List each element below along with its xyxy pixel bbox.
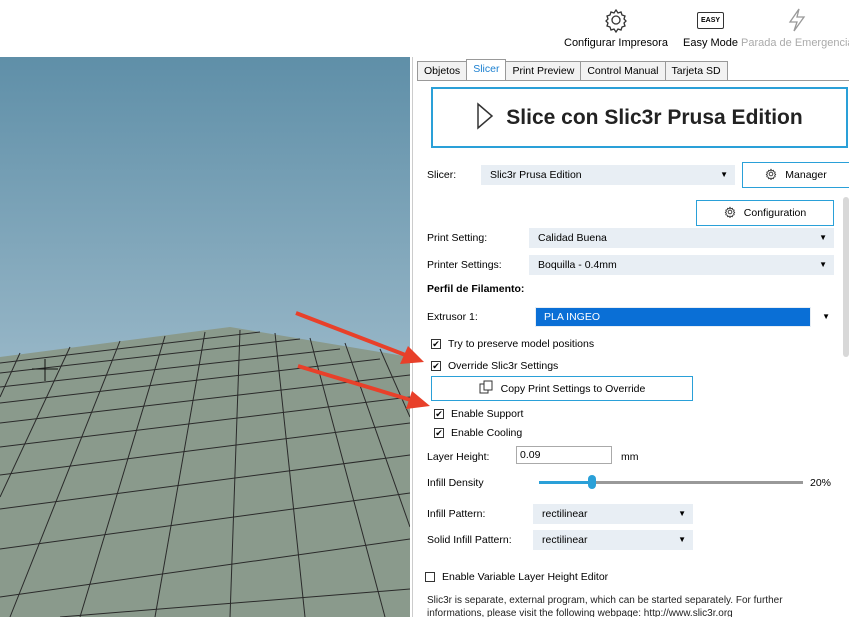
configuration-button[interactable]: Configuration — [696, 200, 834, 226]
configuration-button-label: Configuration — [743, 207, 807, 219]
configure-printer-button[interactable]: Configurar Impresora — [564, 5, 668, 49]
print-bed — [0, 327, 410, 617]
solid-infill-pattern-label: Solid Infill Pattern: — [427, 534, 512, 546]
slider-thumb[interactable] — [587, 475, 596, 489]
top-toolbar: Configurar Impresora EASY Easy Mode Para… — [0, 0, 849, 54]
solid-infill-pattern-select[interactable]: rectilinear ▼ — [533, 530, 693, 550]
slice-button-label: Slice con Slic3r Prusa Edition — [506, 105, 803, 129]
lightning-icon — [741, 5, 849, 35]
configure-printer-label: Configurar Impresora — [564, 37, 668, 49]
enable-support-label: Enable Support — [451, 408, 524, 420]
play-icon — [476, 102, 494, 133]
panel-scrollbar[interactable] — [843, 197, 849, 357]
preserve-positions-label: Try to preserve model positions — [448, 338, 595, 350]
easy-mode-icon: EASY — [696, 11, 725, 29]
easy-mode-button[interactable]: EASY Easy Mode — [683, 5, 738, 49]
preserve-positions-checkbox[interactable]: ✔ Try to preserve model positions — [431, 338, 594, 350]
gear-icon — [765, 168, 777, 183]
tab-print-preview[interactable]: Print Preview — [505, 61, 582, 80]
printer-settings-label: Printer Settings: — [427, 259, 502, 271]
chevron-down-icon: ▼ — [678, 509, 686, 518]
chevron-down-icon: ▼ — [678, 535, 686, 544]
filament-heading: Perfil de Filamento: — [427, 283, 525, 295]
infill-density-value: 20% — [810, 477, 832, 489]
copy-print-settings-label: Copy Print Settings to Override — [500, 382, 646, 395]
enable-cooling-label: Enable Cooling — [451, 427, 523, 439]
tab-bar: Objetos Slicer Print Preview Control Man… — [417, 59, 728, 80]
copy-print-settings-button[interactable]: Copy Print Settings to Override — [431, 376, 693, 401]
tab-control-manual[interactable]: Control Manual — [580, 61, 666, 80]
layer-height-label: Layer Height: — [427, 451, 490, 463]
tab-slicer[interactable]: Slicer — [466, 59, 507, 80]
infill-pattern-value: rectilinear — [542, 508, 588, 520]
enable-cooling-checkbox[interactable]: ✔ Enable Cooling — [434, 427, 522, 439]
variable-layer-height-checkbox[interactable]: Enable Variable Layer Height Editor — [425, 571, 608, 583]
infill-pattern-label: Infill Pattern: — [427, 508, 486, 520]
solid-infill-pattern-value: rectilinear — [542, 534, 588, 546]
enable-support-checkbox[interactable]: ✔ Enable Support — [434, 408, 523, 420]
slicer-label: Slicer: — [427, 169, 457, 181]
chevron-down-icon: ▼ — [819, 260, 827, 269]
layer-height-input[interactable]: 0.09 — [516, 446, 612, 464]
checkbox-box: ✔ — [431, 360, 441, 371]
emergency-stop-button[interactable]: Parada de Emergencia — [741, 5, 849, 49]
tab-objetos[interactable]: Objetos — [417, 61, 468, 80]
easy-mode-label: Easy Mode — [683, 37, 739, 49]
tab-tarjeta-sd[interactable]: Tarjeta SD — [664, 61, 728, 80]
chevron-down-icon: ▼ — [822, 312, 830, 321]
gear-icon — [564, 5, 668, 35]
override-settings-label: Override Slic3r Settings — [448, 360, 559, 372]
infill-pattern-select[interactable]: rectilinear ▼ — [533, 504, 693, 524]
3d-viewport[interactable] — [0, 57, 410, 617]
print-setting-label: Print Setting: — [427, 232, 488, 244]
extruder-select[interactable]: PLA INGEO ▼ — [535, 307, 830, 327]
checkbox-box: ✔ — [431, 338, 441, 349]
checkbox-box: ✔ — [434, 427, 444, 438]
manager-button[interactable]: Manager — [742, 162, 849, 188]
print-setting-value: Calidad Buena — [538, 232, 607, 244]
tab-divider — [417, 80, 849, 81]
print-setting-select[interactable]: Calidad Buena ▼ — [529, 228, 834, 248]
printer-settings-select[interactable]: Boquilla - 0.4mm ▼ — [529, 255, 834, 275]
infill-density-label: Infill Density — [427, 477, 484, 489]
gear-icon — [724, 206, 736, 221]
variable-layer-height-label: Enable Variable Layer Height Editor — [442, 571, 609, 583]
slicer-select[interactable]: Slic3r Prusa Edition ▼ — [481, 165, 735, 185]
emergency-stop-label: Parada de Emergencia — [741, 37, 849, 49]
slic3r-info-text: Slic3r is separate, external program, wh… — [427, 595, 783, 617]
chevron-down-icon: ▼ — [720, 170, 728, 179]
extruder-value: PLA INGEO — [544, 311, 601, 323]
copy-icon — [479, 380, 493, 397]
printer-settings-value: Boquilla - 0.4mm — [538, 259, 617, 271]
slicer-panel: Objetos Slicer Print Preview Control Man… — [412, 57, 849, 617]
checkbox-box: ✔ — [434, 408, 444, 419]
layer-height-unit: mm — [621, 451, 639, 463]
override-settings-checkbox[interactable]: ✔ Override Slic3r Settings — [431, 360, 558, 372]
slicer-select-value: Slic3r Prusa Edition — [490, 169, 582, 181]
chevron-down-icon: ▼ — [819, 233, 827, 242]
extruder-label: Extrusor 1: — [427, 311, 478, 323]
app-window: Configurar Impresora EASY Easy Mode Para… — [0, 0, 849, 617]
manager-button-label: Manager — [785, 169, 827, 181]
checkbox-box — [425, 572, 435, 582]
slider-fill — [539, 481, 592, 484]
slice-button[interactable]: Slice con Slic3r Prusa Edition — [431, 87, 848, 148]
